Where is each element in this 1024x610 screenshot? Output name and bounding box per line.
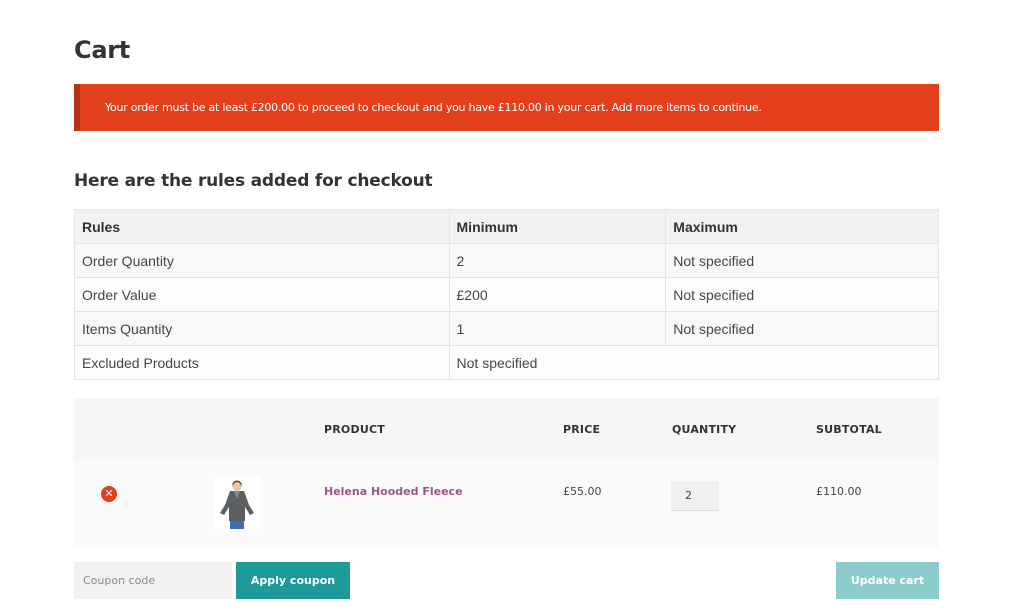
rules-header-row: Rules Minimum Maximum [74, 209, 939, 244]
rule-maximum: Not specified [665, 311, 939, 346]
table-row: Order Quantity 2 Not specified [74, 243, 939, 278]
item-subtotal: £110.00 [816, 485, 862, 498]
quantity-input[interactable] [671, 481, 719, 511]
rule-minimum: £200 [448, 277, 667, 312]
maximum-column-header: Maximum [665, 209, 939, 244]
minimum-column-header: Minimum [448, 209, 667, 244]
page-title: Cart [74, 36, 130, 64]
rule-name: Order Quantity [74, 243, 450, 278]
rule-name: Excluded Products [74, 345, 450, 380]
remove-item-icon[interactable]: ✕ [101, 486, 117, 502]
subtotal-column-header: SUBTOTAL [816, 423, 882, 436]
rule-minimum: 2 [448, 243, 667, 278]
product-name-link[interactable]: Helena Hooded Fleece [324, 485, 463, 498]
product-column-header: PRODUCT [324, 423, 385, 436]
table-row: Items Quantity 1 Not specified [74, 311, 939, 346]
rules-heading: Here are the rules added for checkout [74, 171, 433, 191]
rules-column-header: Rules [74, 209, 450, 244]
item-price: £55.00 [563, 485, 602, 498]
apply-coupon-button[interactable]: Apply coupon [236, 562, 350, 599]
cart-item-row [74, 460, 939, 548]
rule-maximum: Not specified [665, 277, 939, 312]
coupon-code-input[interactable] [74, 562, 232, 599]
rule-minimum: 1 [448, 311, 667, 346]
quantity-column-header: QUANTITY [672, 423, 737, 436]
table-row: Excluded Products Not specified [74, 345, 940, 380]
rule-name: Items Quantity [74, 311, 450, 346]
update-cart-button[interactable]: Update cart [836, 562, 939, 599]
rule-maximum: Not specified [665, 243, 939, 278]
cart-table-header [74, 398, 939, 460]
table-row: Order Value £200 Not specified [74, 277, 939, 312]
error-notice: Your order must be at least £200.00 to p… [74, 84, 939, 131]
rule-name: Order Value [74, 277, 450, 312]
rules-table: Rules Minimum Maximum Order Quantity 2 N… [74, 209, 940, 380]
rule-value: Not specified [448, 345, 940, 380]
price-column-header: PRICE [563, 423, 601, 436]
product-thumbnail[interactable] [214, 477, 260, 529]
